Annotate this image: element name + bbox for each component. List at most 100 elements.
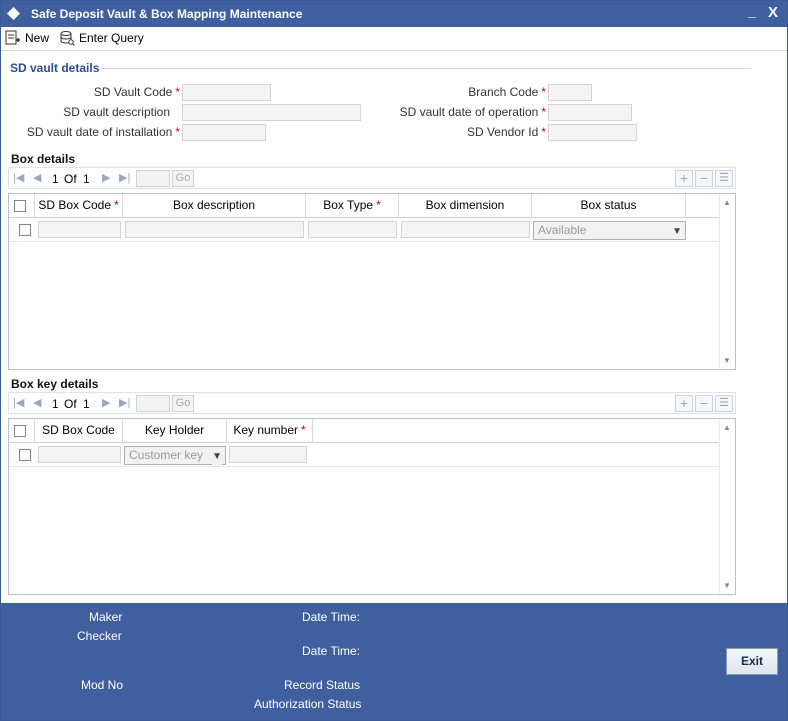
vendor-id-input[interactable]: [548, 124, 637, 141]
add-row-icon[interactable]: +: [675, 170, 693, 187]
col-sd-box-code: SD Box Code *: [35, 194, 123, 218]
select-all-checkbox[interactable]: [14, 200, 26, 212]
box-key-details-grid: SD Box Code Key Holder Key number * Custo…: [8, 418, 736, 595]
database-query-icon: [60, 31, 75, 46]
window-title: Safe Deposit Vault & Box Mapping Mainten…: [31, 7, 303, 21]
list-view-icon[interactable]: ☰: [715, 395, 733, 412]
box-details-grid: SD Box Code * Box description Box Type * B…: [8, 193, 736, 370]
col-key-holder: Key Holder: [123, 419, 227, 443]
section-divider: [101, 68, 751, 69]
new-button[interactable]: New: [5, 29, 49, 47]
authorization-status-label: Authorization Status: [254, 697, 362, 711]
key-holder-select[interactable]: Customer key ▼: [124, 446, 226, 465]
last-page-icon[interactable]: ▶|: [119, 396, 130, 409]
audit-footer: Maker Checker Mod No Date Time: Date Tim…: [1, 603, 787, 720]
box-type-input[interactable]: [308, 221, 397, 238]
box-key-details-navbar: |◀ ◀ 1 Of 1 ▶ ▶| Go + − ☰: [8, 392, 736, 414]
mod-no-label: Mod No: [81, 678, 124, 692]
vendor-id-label: SD Vendor Id *: [466, 125, 546, 139]
box-details-title: Box details: [11, 152, 76, 166]
installation-date-label: SD vault date of installation *: [26, 125, 180, 139]
row-checkbox[interactable]: [19, 449, 31, 461]
total-pages: 1: [83, 172, 90, 186]
total-pages: 1: [83, 397, 90, 411]
add-row-icon[interactable]: +: [675, 395, 693, 412]
minimize-button[interactable]: _: [743, 3, 761, 21]
scroll-down-icon[interactable]: ▼: [723, 356, 731, 365]
box-details-navbar: |◀ ◀ 1 Of 1 ▶ ▶| Go + − ☰: [8, 167, 736, 189]
maker-date-time-label: Date Time:: [302, 610, 361, 624]
scroll-up-icon[interactable]: ▲: [723, 198, 731, 207]
box-key-details-title: Box key details: [11, 377, 99, 391]
new-label: New: [25, 31, 50, 45]
box-key-details-scrollbar[interactable]: ▲ ▼: [719, 419, 735, 594]
select-all-cell: [9, 194, 35, 218]
operation-date-input[interactable]: [548, 104, 632, 121]
scroll-up-icon[interactable]: ▲: [723, 423, 731, 432]
box-description-input[interactable]: [125, 221, 304, 238]
box-details-scrollbar[interactable]: ▲ ▼: [719, 194, 735, 369]
col-box-status: Box status: [532, 194, 686, 218]
page-number-input[interactable]: [136, 395, 170, 412]
col-sd-box-code: SD Box Code: [35, 419, 123, 443]
page-of-label: Of: [64, 397, 77, 411]
maker-label: Maker: [89, 610, 123, 624]
vault-details-heading: SD vault details: [10, 61, 100, 75]
checker-label: Checker: [77, 629, 122, 643]
col-key-number: Key number *: [227, 419, 313, 443]
box-status-value: Available: [538, 223, 587, 237]
col-box-type: Box Type *: [306, 194, 399, 218]
chevron-down-icon: ▼: [672, 226, 682, 237]
select-all-checkbox[interactable]: [14, 425, 26, 437]
previous-page-icon[interactable]: ◀: [33, 171, 41, 184]
list-view-icon[interactable]: ☰: [715, 170, 733, 187]
col-box-dimension: Box dimension: [399, 194, 532, 218]
previous-page-icon[interactable]: ◀: [33, 396, 41, 409]
new-document-icon: [5, 30, 20, 45]
checker-date-time-label: Date Time:: [302, 644, 361, 658]
first-page-icon[interactable]: |◀: [13, 171, 24, 184]
scroll-down-icon[interactable]: ▼: [723, 581, 731, 590]
next-page-icon[interactable]: ▶: [102, 171, 110, 184]
page-number-input[interactable]: [136, 170, 170, 187]
installation-date-input[interactable]: [182, 124, 266, 141]
box-key-details-header: SD Box Code Key Holder Key number *: [9, 419, 719, 443]
exit-button[interactable]: Exit: [726, 648, 778, 675]
vault-description-input[interactable]: [182, 104, 361, 121]
maintenance-window: Safe Deposit Vault & Box Mapping Mainten…: [0, 0, 788, 721]
chevron-down-icon: ▼: [212, 448, 222, 465]
col-box-description: Box description: [123, 194, 306, 218]
table-row: Available ▼: [9, 218, 719, 242]
page-of-label: Of: [64, 172, 77, 186]
branch-code-label: Branch Code *: [468, 85, 546, 99]
go-button[interactable]: Go: [172, 395, 194, 412]
current-page: 1: [52, 172, 59, 186]
last-page-icon[interactable]: ▶|: [119, 171, 130, 184]
box-status-select[interactable]: Available ▼: [533, 221, 686, 240]
key-number-input[interactable]: [229, 446, 307, 463]
operation-date-label: SD vault date of operation *: [399, 105, 546, 119]
first-page-icon[interactable]: |◀: [13, 396, 24, 409]
go-button[interactable]: Go: [172, 170, 194, 187]
toolbar: New Enter Query: [1, 27, 787, 51]
close-button[interactable]: X: [764, 4, 782, 22]
box-details-header: SD Box Code * Box description Box Type * B…: [9, 194, 719, 218]
key-holder-value: Customer key: [129, 448, 204, 462]
vault-code-input[interactable]: [182, 84, 271, 101]
sd-box-code-input[interactable]: [38, 221, 121, 238]
enter-query-button[interactable]: Enter Query: [59, 29, 144, 47]
enter-query-label: Enter Query: [79, 31, 144, 45]
current-page: 1: [52, 397, 59, 411]
branch-code-input[interactable]: [548, 84, 592, 101]
delete-row-icon[interactable]: −: [695, 395, 713, 412]
next-page-icon[interactable]: ▶: [102, 396, 110, 409]
sd-box-code-input[interactable]: [38, 446, 121, 463]
table-row: Customer key ▼: [9, 443, 719, 467]
row-checkbox[interactable]: [19, 224, 31, 236]
box-dimension-input[interactable]: [401, 221, 530, 238]
select-all-cell: [9, 419, 35, 443]
delete-row-icon[interactable]: −: [695, 170, 713, 187]
diamond-icon: [7, 7, 20, 20]
title-bar: Safe Deposit Vault & Box Mapping Mainten…: [1, 1, 787, 27]
vault-description-label: SD vault description: [63, 105, 170, 119]
